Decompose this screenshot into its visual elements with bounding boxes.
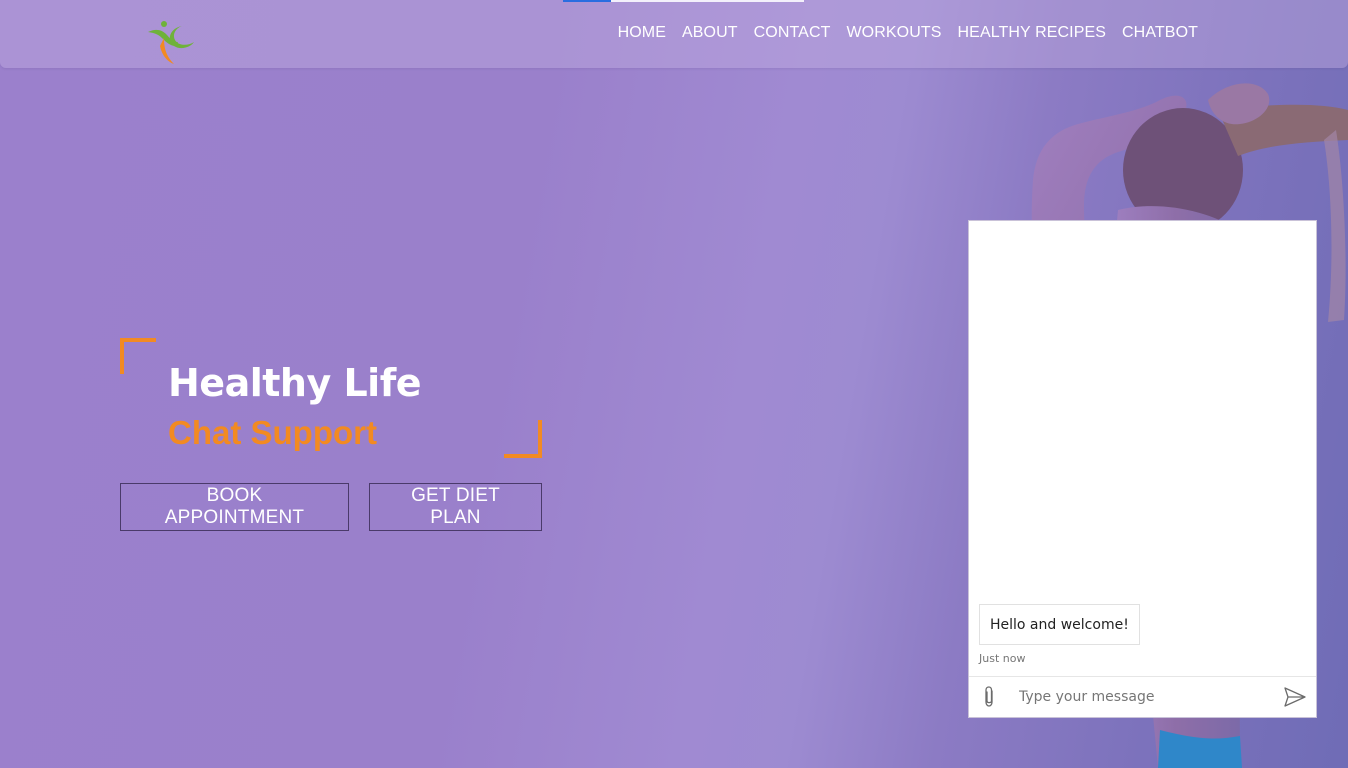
paperclip-icon[interactable] (981, 685, 997, 709)
nav-home[interactable]: HOME (610, 24, 674, 42)
chat-input-bar (969, 676, 1316, 717)
chat-widget: Hello and welcome! Just now (968, 220, 1317, 718)
bracket-bottom-right-decoration (504, 420, 542, 458)
nav-contact[interactable]: CONTACT (746, 24, 839, 42)
chat-message-timestamp: Just now (979, 652, 1026, 665)
main-nav: HOME ABOUT CONTACT WORKOUTS HEALTHY RECI… (610, 24, 1206, 42)
runner-logo-icon[interactable] (142, 18, 198, 66)
send-icon[interactable] (1284, 687, 1306, 707)
book-appointment-button[interactable]: BOOK APPOINTMENT (120, 483, 349, 531)
loading-progress-bar (563, 0, 804, 2)
chat-message-input[interactable] (1015, 684, 1273, 710)
get-diet-plan-button[interactable]: GET DIET PLAN (369, 483, 542, 531)
top-navbar: HOME ABOUT CONTACT WORKOUTS HEALTHY RECI… (0, 0, 1348, 68)
loading-progress-fill (563, 0, 612, 2)
nav-workouts[interactable]: WORKOUTS (838, 24, 949, 42)
chat-message-bubble: Hello and welcome! (979, 604, 1140, 645)
bracket-top-left-decoration (120, 338, 156, 374)
nav-about[interactable]: ABOUT (674, 24, 746, 42)
nav-healthy-recipes[interactable]: HEALTHY RECIPES (950, 24, 1115, 42)
hero-subtitle: Chat Support (168, 414, 377, 451)
hero-title: Healthy Life (168, 361, 422, 405)
nav-chatbot[interactable]: CHATBOT (1114, 24, 1206, 42)
page: HOME ABOUT CONTACT WORKOUTS HEALTHY RECI… (0, 0, 1348, 768)
